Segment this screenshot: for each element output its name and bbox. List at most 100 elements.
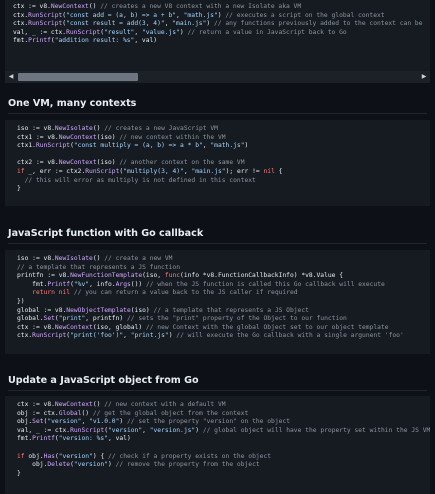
code-token: global. bbox=[17, 315, 44, 323]
code-line: iso := v8.NewIsolate() // create a new V… bbox=[17, 255, 430, 264]
heading-update-js-object: Update a JavaScript object from Go bbox=[8, 375, 199, 386]
code-token: "main.js" bbox=[172, 20, 207, 28]
code-token: Set bbox=[32, 418, 44, 426]
code-line: val, _ := ctx.RunScript("version", "vers… bbox=[17, 427, 430, 436]
code-line: if obj.Has("version") { // check if a pr… bbox=[17, 453, 430, 462]
code-token: iso := v8. bbox=[17, 255, 55, 262]
code-line: } bbox=[17, 185, 430, 194]
code-token: // set the property "version" on the obj… bbox=[127, 418, 291, 426]
code-token: { bbox=[274, 167, 283, 175]
scroll-right-arrow-icon[interactable]: ▶ bbox=[419, 71, 429, 83]
code-token: // check if a property exists on the obj… bbox=[108, 452, 272, 460]
code-token: RunScript bbox=[35, 142, 71, 150]
code-token: Printf bbox=[32, 435, 55, 443]
code-token: "math.js" bbox=[183, 11, 218, 19]
code-token: "addition result: %s" bbox=[54, 37, 135, 45]
code-token: "version.js" bbox=[149, 426, 196, 434]
code-token: ); err != bbox=[225, 167, 264, 175]
code-token: }) bbox=[17, 297, 25, 305]
code-token: // you can return a value back to the JS… bbox=[73, 289, 298, 297]
code-token: NewIsolate bbox=[54, 255, 93, 262]
code-token: , printfn) bbox=[85, 315, 127, 323]
code-token: // any functions previously added to the… bbox=[213, 20, 423, 28]
code-token: "const add = (a, b) => a + b" bbox=[66, 11, 177, 19]
code-block-go-callback: iso := v8.NewIsolate() // create a new V… bbox=[5, 250, 430, 354]
code-token: "version" bbox=[73, 461, 109, 469]
horizontal-scrollbar[interactable]: ◀ ▶ bbox=[5, 71, 430, 83]
code-token: obj. bbox=[17, 418, 33, 426]
code-block-update-object: ctx := v8.NewContext() // new context wi… bbox=[5, 396, 430, 494]
code-token: "value.js" bbox=[141, 28, 180, 36]
code-token: } bbox=[17, 469, 21, 477]
code-line: obj := ctx.Global() // get the global ob… bbox=[17, 410, 430, 419]
code-token: // a template that represents a JS funct… bbox=[17, 263, 181, 271]
code-token: () bbox=[81, 409, 93, 417]
code-token: "print" bbox=[58, 315, 86, 323]
code-token: val, _ := ctx. bbox=[13, 28, 67, 36]
code-line: global := v8.NewObjectTemplate(iso) // a… bbox=[17, 307, 430, 316]
code-token: "version" bbox=[47, 418, 82, 426]
code-token: ) { bbox=[92, 452, 109, 460]
code-line: global.Set("print", printfn) // sets the… bbox=[17, 315, 430, 324]
code-token: obj. bbox=[17, 461, 48, 469]
code-token: obj := ctx. bbox=[17, 409, 59, 417]
code-token: () bbox=[88, 3, 101, 10]
code-token: // sets the "print" property of the Obje… bbox=[126, 315, 347, 323]
code-token: // global object will have the property … bbox=[202, 426, 430, 434]
scrollbar-thumb[interactable] bbox=[18, 73, 138, 81]
code-token: ) bbox=[119, 418, 127, 426]
code-token: Printf bbox=[28, 37, 51, 45]
code-line: obj.Delete("version") // remove the prop… bbox=[17, 461, 430, 470]
code-line: printfn := v8.NewFunctionTemplate(iso, f… bbox=[17, 272, 430, 281]
heading-divider bbox=[8, 113, 427, 114]
code-token: ) bbox=[108, 461, 116, 469]
code-token: ctx1. bbox=[17, 142, 36, 150]
code-token: // another context on the same VM bbox=[119, 159, 245, 167]
code-token: () bbox=[92, 401, 105, 408]
code-line: fmt.Printf("version: %s", val) bbox=[17, 435, 430, 444]
code-token: ctx2 := v8. bbox=[17, 159, 59, 167]
code-token: "multiply(3, 4)" bbox=[123, 167, 184, 175]
code-line: fmt.Printf("%v", info.Args()) // when th… bbox=[17, 281, 430, 290]
code-token: (iso) bbox=[130, 306, 154, 314]
code-token: ctx := v8. bbox=[13, 3, 51, 10]
code-token: Set bbox=[43, 315, 55, 323]
code-line: ctx2 := v8.NewContext(iso) // another co… bbox=[17, 159, 430, 168]
code-token: // new context within the VM bbox=[119, 133, 226, 141]
code-block-many-contexts: iso := v8.NewIsolate() // creates a new … bbox=[5, 120, 430, 206]
heading-js-function-go-callback: JavaScript function with Go callback bbox=[8, 228, 204, 239]
code-line: } bbox=[17, 470, 430, 479]
code-token: "version: %s" bbox=[58, 435, 109, 443]
code-token: "const multiply = (a, b) => a * b" bbox=[73, 142, 203, 150]
code-token: , val) bbox=[108, 435, 131, 443]
code-token: RunScript bbox=[85, 167, 120, 175]
code-line: return nil // you can return a value bac… bbox=[17, 289, 430, 298]
code-line: fmt.Printf("addition result: %s", val) bbox=[13, 37, 430, 46]
code-token: RunScript bbox=[70, 426, 105, 434]
code-token: NewContext bbox=[50, 3, 89, 10]
code-token: "version" bbox=[108, 426, 143, 434]
code-token: ctx. bbox=[13, 11, 29, 19]
code-token: ctx. bbox=[17, 332, 33, 340]
code-token: printfn := v8. bbox=[17, 272, 71, 280]
scroll-left-arrow-icon[interactable]: ◀ bbox=[6, 71, 16, 83]
code-token: "main.js" bbox=[191, 167, 226, 175]
code-token: // create a new VM bbox=[104, 255, 173, 262]
code-token: NewContext bbox=[58, 133, 97, 141]
code-token: ()) bbox=[130, 280, 146, 288]
code-token: "math.js" bbox=[210, 142, 245, 150]
code-token: ctx1 := v8. bbox=[17, 133, 59, 141]
code-line: iso := v8.NewIsolate() // creates a new … bbox=[17, 125, 430, 134]
code-token: obj. bbox=[24, 452, 44, 460]
code-token: , info. bbox=[89, 280, 116, 288]
code-token: ctx := v8. bbox=[17, 401, 55, 408]
code-token: ) bbox=[244, 142, 249, 150]
code-token: fmt. bbox=[13, 37, 29, 45]
code-token: // new context with a default VM bbox=[104, 401, 226, 408]
code-line: // this will error as multiply is not de… bbox=[17, 177, 430, 186]
code-token: Printf bbox=[47, 280, 71, 288]
code-token: Global bbox=[58, 409, 82, 417]
code-token: NewContext bbox=[54, 323, 93, 331]
code-token: global := v8. bbox=[17, 306, 67, 314]
